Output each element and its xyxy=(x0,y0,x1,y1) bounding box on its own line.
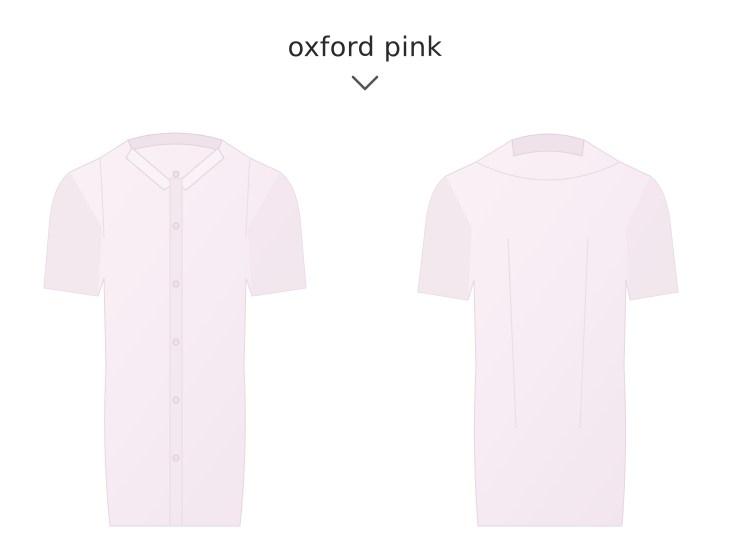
shirt-front-image xyxy=(43,132,307,527)
color-title: oxford pink xyxy=(287,32,443,63)
chevron-down-icon xyxy=(351,75,379,91)
shirt-back-image xyxy=(417,133,679,527)
